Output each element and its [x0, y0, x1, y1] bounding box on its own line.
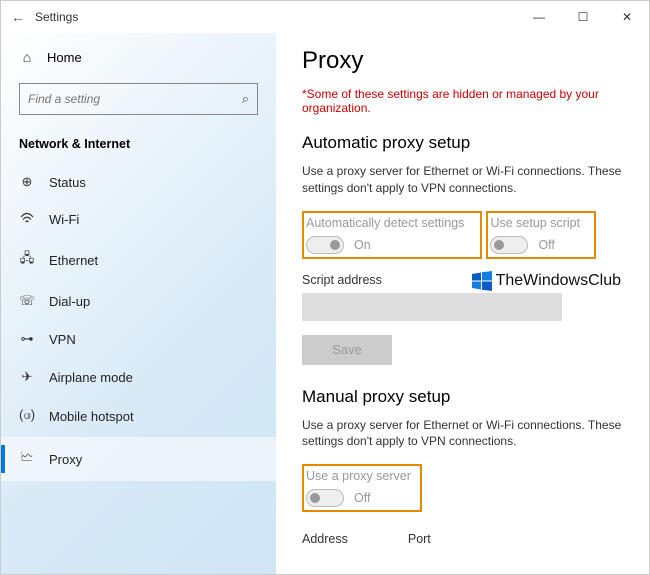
maximize-button[interactable]: ☐ — [561, 1, 605, 33]
window-controls: — ☐ ✕ — [517, 1, 649, 33]
status-icon: ⊕ — [19, 174, 35, 190]
auto-heading: Automatic proxy setup — [302, 133, 623, 153]
port-label: Port — [408, 532, 431, 546]
auto-detect-toggle[interactable] — [306, 236, 344, 254]
use-proxy-label: Use a proxy server — [306, 469, 416, 483]
page-title: Proxy — [302, 47, 623, 75]
sidebar-item-proxy[interactable]: 🗠 Proxy — [1, 437, 276, 481]
setup-script-label: Use setup script — [490, 216, 590, 230]
close-button[interactable]: ✕ — [605, 1, 649, 33]
sidebar-item-label: Proxy — [49, 452, 82, 467]
vpn-icon: ⊶ — [19, 331, 35, 347]
use-proxy-block: Use a proxy server Off — [302, 464, 422, 512]
auto-detect-label: Automatically detect settings — [306, 216, 476, 230]
sidebar-item-label: Mobile hotspot — [49, 409, 134, 424]
home-label: Home — [47, 50, 82, 65]
script-address-input[interactable] — [302, 293, 562, 321]
use-proxy-toggle[interactable] — [306, 489, 344, 507]
setup-script-toggle[interactable] — [490, 236, 528, 254]
auto-desc: Use a proxy server for Ethernet or Wi-Fi… — [302, 163, 623, 197]
sidebar-item-dialup[interactable]: ☏ Dial-up — [1, 282, 276, 320]
watermark-text: TheWindowsClub — [496, 272, 621, 290]
use-proxy-state: Off — [354, 491, 370, 505]
wifi-icon — [19, 212, 35, 227]
ethernet-icon: 🖧 — [19, 249, 35, 271]
sidebar-item-label: Dial-up — [49, 294, 90, 309]
main-area: ⌂ Home ⌕ Network & Internet ⊕ Status Wi-… — [1, 33, 649, 574]
manual-heading: Manual proxy setup — [302, 387, 623, 407]
sidebar-item-vpn[interactable]: ⊶ VPN — [1, 320, 276, 358]
watermark: TheWindowsClub — [472, 271, 621, 291]
sidebar-item-ethernet[interactable]: 🖧 Ethernet — [1, 238, 276, 282]
search-input[interactable] — [28, 92, 242, 106]
sidebar-item-hotspot[interactable]: (ဖ) Mobile hotspot — [1, 396, 276, 437]
sidebar-item-label: Ethernet — [49, 253, 98, 268]
home-nav[interactable]: ⌂ Home — [1, 41, 276, 73]
sidebar-item-label: Airplane mode — [49, 370, 133, 385]
back-icon[interactable]: ← — [11, 9, 35, 25]
content-pane: Proxy *Some of these settings are hidden… — [276, 33, 649, 574]
home-icon: ⌂ — [19, 49, 35, 65]
address-port-row: Address Port — [302, 532, 623, 546]
dialup-icon: ☏ — [19, 293, 35, 309]
airplane-icon: ✈ — [19, 369, 35, 385]
search-box[interactable]: ⌕ — [19, 83, 258, 115]
manual-desc: Use a proxy server for Ethernet or Wi-Fi… — [302, 417, 623, 451]
watermark-logo-icon — [472, 271, 492, 291]
setup-script-state: Off — [538, 238, 554, 252]
sidebar-item-label: Wi-Fi — [49, 212, 79, 227]
sidebar-item-status[interactable]: ⊕ Status — [1, 163, 276, 201]
auto-detect-state: On — [354, 238, 371, 252]
setup-script-block: Use setup script Off — [486, 211, 596, 259]
title-bar: ← Settings — ☐ ✕ — [1, 1, 649, 33]
sidebar-item-label: Status — [49, 175, 86, 190]
proxy-icon: 🗠 — [19, 448, 35, 470]
sidebar: ⌂ Home ⌕ Network & Internet ⊕ Status Wi-… — [1, 33, 276, 574]
address-label: Address — [302, 532, 348, 546]
sidebar-item-airplane[interactable]: ✈ Airplane mode — [1, 358, 276, 396]
auto-detect-block: Automatically detect settings On — [302, 211, 482, 259]
section-header: Network & Internet — [1, 129, 276, 163]
minimize-button[interactable]: — — [517, 1, 561, 33]
sidebar-item-label: VPN — [49, 332, 76, 347]
sidebar-item-wifi[interactable]: Wi-Fi — [1, 201, 276, 238]
search-icon: ⌕ — [242, 91, 249, 107]
save-button[interactable]: Save — [302, 335, 392, 365]
org-warning: *Some of these settings are hidden or ma… — [302, 87, 623, 115]
hotspot-icon: (ဖ) — [19, 407, 35, 426]
window-title: Settings — [35, 10, 78, 24]
